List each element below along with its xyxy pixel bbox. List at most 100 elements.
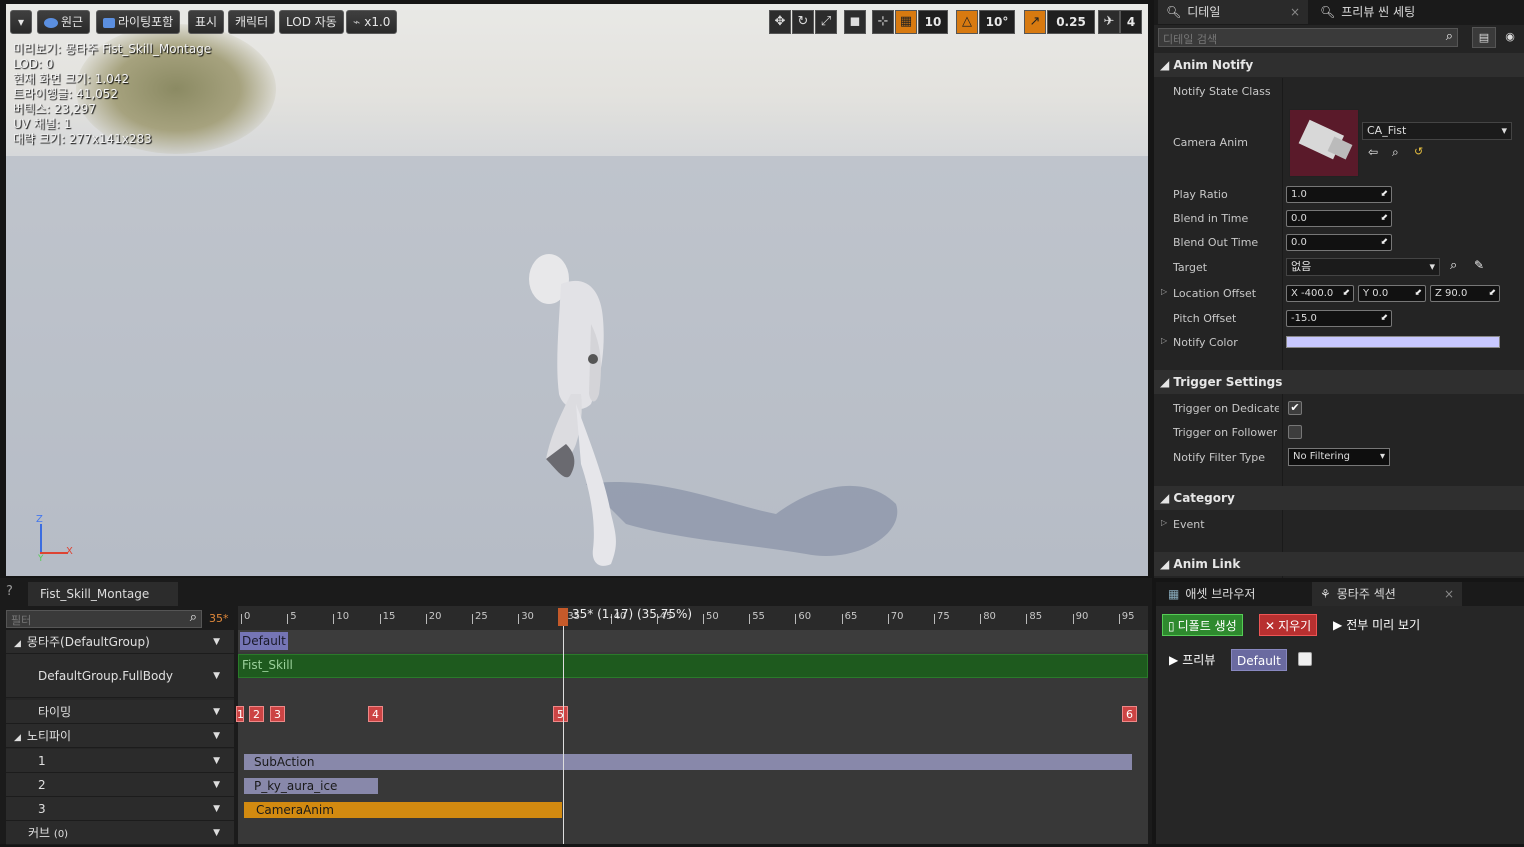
track-filter-input[interactable]: 필터 ⌕ xyxy=(6,610,202,628)
use-selected-arrow-icon[interactable]: ⇦ xyxy=(1368,145,1378,159)
chevron-down-icon[interactable]: ▼ xyxy=(213,749,220,773)
timing-marker[interactable]: 2 xyxy=(249,706,264,722)
tab-details[interactable]: 🔍︎ 디테일 × xyxy=(1158,0,1308,24)
section-default-button[interactable]: Default xyxy=(1231,649,1287,671)
track-timing[interactable]: 타이밍 ▼ xyxy=(6,700,234,724)
rotation-snap-icon[interactable]: △ xyxy=(956,10,978,34)
notify-filter-select[interactable]: No Filtering ▾ xyxy=(1288,448,1390,466)
trigger-dedicated-checkbox[interactable]: ✔ xyxy=(1288,401,1302,415)
expand-icon[interactable]: ▷ xyxy=(1161,287,1167,296)
timeline-tick: 30 xyxy=(518,611,534,624)
viewport[interactable]: Z X Y ▾ 원근 라이팅포함 표시 캐릭터 LOD 자동 ⌁ x1.0 ✥ ↻… xyxy=(6,4,1148,576)
view-options-icon[interactable]: ▤ xyxy=(1472,27,1496,48)
track-curves[interactable]: 커브 (0) ▼ xyxy=(6,821,234,845)
notify-filter-label: Notify Filter Type xyxy=(1173,451,1266,464)
playhead-handle[interactable] xyxy=(558,608,568,626)
section-trigger-settings[interactable]: ◢ Trigger Settings xyxy=(1154,370,1524,394)
target-search-icon[interactable]: ⌕ xyxy=(1450,258,1457,273)
tab-montage[interactable]: Fist_Skill_Montage xyxy=(28,582,178,606)
playback-speed-button[interactable]: ⌁ x1.0 xyxy=(346,10,398,34)
track-montage-group[interactable]: ◢ 몽타주(DefaultGroup) ▼ xyxy=(6,630,234,654)
section-default-marker[interactable]: Default xyxy=(240,632,288,650)
expand-icon[interactable]: ▷ xyxy=(1161,336,1167,345)
blend-in-field[interactable]: 0.0 ⬋ xyxy=(1286,210,1392,227)
chevron-down-icon[interactable]: ▼ xyxy=(213,797,220,821)
world-local-icon[interactable]: ◼ xyxy=(844,10,866,34)
notify-color-swatch[interactable] xyxy=(1286,336,1500,348)
play-ratio-field[interactable]: 1.0 ⬋ xyxy=(1286,186,1392,203)
timeline-tick: 55 xyxy=(749,611,765,624)
close-icon[interactable]: × xyxy=(1290,0,1300,24)
location-x-field[interactable]: X -400.0 ⬋ xyxy=(1286,285,1354,302)
scale-snap-icon[interactable]: ↗ xyxy=(1024,10,1046,34)
expand-icon[interactable]: ▷ xyxy=(1161,518,1167,527)
notify-subaction[interactable]: SubAction xyxy=(244,754,1132,770)
chevron-down-icon: ▾ xyxy=(1379,451,1385,462)
details-search-input[interactable]: 디테일 검색 ⌕ xyxy=(1158,28,1458,47)
time-ruler[interactable] xyxy=(238,606,1148,630)
tab-preview-scene[interactable]: 🔍︎ 프리뷰 씬 세팅 xyxy=(1312,0,1462,24)
clear-button[interactable]: ✕ 지우기 xyxy=(1259,614,1318,636)
preview-button[interactable]: ▶ 프리뷰 xyxy=(1164,649,1220,671)
section-category[interactable]: ◢ Category xyxy=(1154,486,1524,510)
camera-speed-value[interactable]: 4 xyxy=(1120,10,1142,34)
lod-button[interactable]: LOD 자동 xyxy=(279,10,344,34)
lighting-button[interactable]: 라이팅포함 xyxy=(96,10,181,34)
chevron-down-icon[interactable]: ▼ xyxy=(213,724,220,748)
camera-anim-thumbnail[interactable] xyxy=(1289,109,1359,177)
preview-all-button[interactable]: ▶ 전부 미리 보기 xyxy=(1328,614,1425,636)
collapse-icon: ◢ xyxy=(1160,58,1174,72)
tab-montage-sections[interactable]: ⚘ 몽타주 섹션 × xyxy=(1312,582,1462,606)
notify-aura-ice[interactable]: P_ky_aura_ice xyxy=(244,778,378,794)
help-icon[interactable]: ? xyxy=(6,584,26,604)
close-icon[interactable]: × xyxy=(1444,582,1454,606)
target-select[interactable]: 없음 ▾ xyxy=(1286,258,1440,276)
camera-anim-asset-select[interactable]: CA_Fist ▾ xyxy=(1362,122,1512,140)
timing-marker[interactable]: 3 xyxy=(270,706,285,722)
track-notifies[interactable]: ◢ 노티파이 ▼ xyxy=(6,724,234,748)
surface-snap-icon[interactable]: ⊹ xyxy=(872,10,894,34)
section-anim-link[interactable]: ◢ Anim Link xyxy=(1154,552,1524,576)
chevron-down-icon[interactable]: ▼ xyxy=(213,773,220,797)
perspective-button[interactable]: 원근 xyxy=(37,10,91,34)
blend-out-field[interactable]: 0.0 ⬋ xyxy=(1286,234,1392,251)
grid-snap-icon[interactable]: ▦ xyxy=(895,10,917,34)
notify-camera-anim[interactable]: CameraAnim xyxy=(244,802,562,818)
scale-snap-value[interactable]: 0.25 xyxy=(1047,10,1095,34)
timing-marker[interactable]: 1 xyxy=(236,706,244,722)
scale-icon[interactable]: ⤢ xyxy=(815,10,837,34)
viewport-options-button[interactable]: ▾ xyxy=(10,10,32,34)
tab-asset-browser[interactable]: ▦ 애셋 브라우저 xyxy=(1160,582,1310,606)
rotation-snap-value[interactable]: 10° xyxy=(979,10,1015,34)
track-slot[interactable]: DefaultGroup.FullBody ▼ xyxy=(6,654,234,698)
reset-arrow-icon[interactable]: ↺ xyxy=(1414,145,1423,158)
loop-checkbox[interactable] xyxy=(1298,652,1312,666)
create-default-button[interactable]: ▯ 디폴트 생성 xyxy=(1162,614,1243,636)
chevron-down-icon[interactable]: ▼ xyxy=(213,654,220,698)
eyedropper-icon[interactable]: ✎ xyxy=(1474,258,1484,272)
section-anim-notify[interactable]: ◢ Anim Notify xyxy=(1154,53,1524,77)
location-y-field[interactable]: Y 0.0 ⬋ xyxy=(1358,285,1426,302)
translate-icon[interactable]: ✥ xyxy=(769,10,791,34)
chevron-down-icon[interactable]: ▼ xyxy=(213,630,220,654)
browse-search-icon[interactable]: ⌕ xyxy=(1392,145,1399,160)
eye-icon[interactable]: ◉ xyxy=(1500,27,1520,48)
chevron-down-icon[interactable]: ▼ xyxy=(213,821,220,845)
track-notify-3[interactable]: 3 ▼ xyxy=(6,797,234,821)
timing-marker[interactable]: 6 xyxy=(1122,706,1137,722)
timing-marker[interactable]: 4 xyxy=(368,706,383,722)
camera-speed-icon[interactable]: ✈ xyxy=(1098,10,1120,34)
track-notify-1[interactable]: 1 ▼ xyxy=(6,749,234,773)
trigger-follower-checkbox[interactable] xyxy=(1288,425,1302,439)
chevron-down-icon[interactable]: ▼ xyxy=(213,700,220,724)
pitch-offset-field[interactable]: -15.0 ⬋ xyxy=(1286,310,1392,327)
grid-snap-value[interactable]: 10 xyxy=(918,10,948,34)
rotate-icon[interactable]: ↻ xyxy=(792,10,814,34)
timing-marker[interactable]: 5 xyxy=(553,706,568,722)
location-z-field[interactable]: Z 90.0 ⬋ xyxy=(1430,285,1500,302)
character-button[interactable]: 캐릭터 xyxy=(228,10,276,34)
track-notify-2[interactable]: 2 ▼ xyxy=(6,773,234,797)
mannequin-character[interactable] xyxy=(511,244,631,576)
anim-segment-fist-skill[interactable]: Fist_Skill xyxy=(238,654,1148,678)
show-button[interactable]: 표시 xyxy=(188,10,225,34)
